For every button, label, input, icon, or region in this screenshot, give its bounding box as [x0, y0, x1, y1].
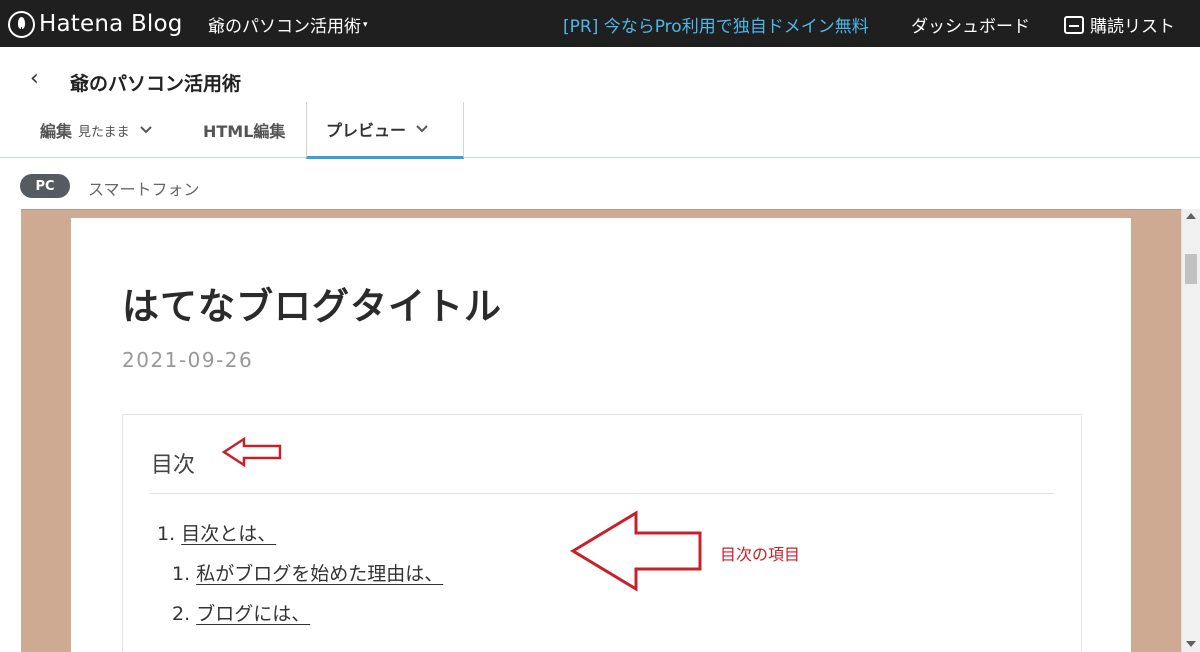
blog-switcher[interactable]: 爺のパソコン活用術 ▾	[208, 12, 368, 37]
hatena-logo[interactable]: Hatena Blog	[8, 9, 183, 39]
scroll-thumb[interactable]	[1185, 254, 1197, 284]
chevron-down-icon	[416, 122, 428, 136]
tab-edit[interactable]: 編集 見たまま	[40, 102, 152, 158]
toc-title: 目次	[151, 453, 196, 478]
post-title: はてなブログタイトル	[122, 285, 502, 328]
toc-item-number: 1.	[172, 563, 191, 585]
annotation-label: 目次の項目	[720, 545, 801, 564]
dashboard-link[interactable]: ダッシュボード	[911, 12, 1030, 37]
chevron-down-icon	[139, 123, 152, 137]
toc-item: 1. 目次とは、	[157, 519, 276, 546]
back-arrow-icon[interactable]: ‹	[30, 68, 44, 90]
preview-scrollbar[interactable]	[1181, 209, 1200, 652]
pro-promo-link[interactable]: [PR] 今ならPro利用で独自ドメイン無料	[563, 12, 869, 37]
toc-item-number: 2.	[172, 603, 191, 625]
hatena-pen-icon	[8, 10, 35, 38]
smartphone-toggle-button[interactable]: スマートフォン	[88, 176, 200, 200]
tab-preview-label: プレビュー	[326, 121, 407, 140]
tab-preview[interactable]: プレビュー	[306, 102, 464, 159]
reading-list-label: 購読リスト	[1090, 17, 1175, 37]
editor-blog-title: 爺のパソコン活用術	[70, 73, 242, 95]
toc-item-number: 1.	[157, 523, 176, 545]
pc-toggle-button[interactable]: PC	[20, 174, 70, 198]
global-header: Hatena Blog 爺のパソコン活用術 ▾ [PR] 今ならPro利用で独自…	[0, 0, 1200, 47]
post-date[interactable]: 2021-09-26	[122, 348, 253, 372]
scroll-down-arrow-icon[interactable]	[1186, 641, 1196, 647]
annotation-arrow-large-icon	[570, 510, 702, 592]
reading-list-link[interactable]: 購読リスト	[1064, 12, 1175, 37]
device-toggle: PC スマートフォン	[0, 159, 1200, 209]
toc-item: 1. 私がブログを始めた理由は、	[172, 559, 443, 586]
toc-link[interactable]: 目次とは、	[181, 523, 276, 545]
tab-edit-mode: 見たまま	[78, 124, 130, 140]
toc-link[interactable]: ブログには、	[196, 603, 310, 625]
caret-down-icon: ▾	[363, 19, 368, 30]
toc-item: 2. ブログには、	[172, 599, 310, 626]
editor-header: ‹ 爺のパソコン活用術 編集 見たまま HTML編集 プレビュー	[0, 47, 1200, 159]
toc-divider	[149, 493, 1054, 494]
annotation-arrow-small-icon	[222, 436, 282, 468]
scroll-up-arrow-icon[interactable]	[1186, 213, 1196, 219]
logo-text: Hatena Blog	[39, 11, 183, 37]
tab-html-edit[interactable]: HTML編集	[203, 102, 285, 158]
tab-html-label: HTML編集	[203, 122, 286, 141]
reading-list-icon	[1064, 15, 1084, 34]
toc-link[interactable]: 私がブログを始めた理由は、	[196, 563, 443, 585]
tab-edit-label: 編集	[40, 122, 73, 141]
blog-switcher-label: 爺のパソコン活用術	[208, 17, 361, 37]
